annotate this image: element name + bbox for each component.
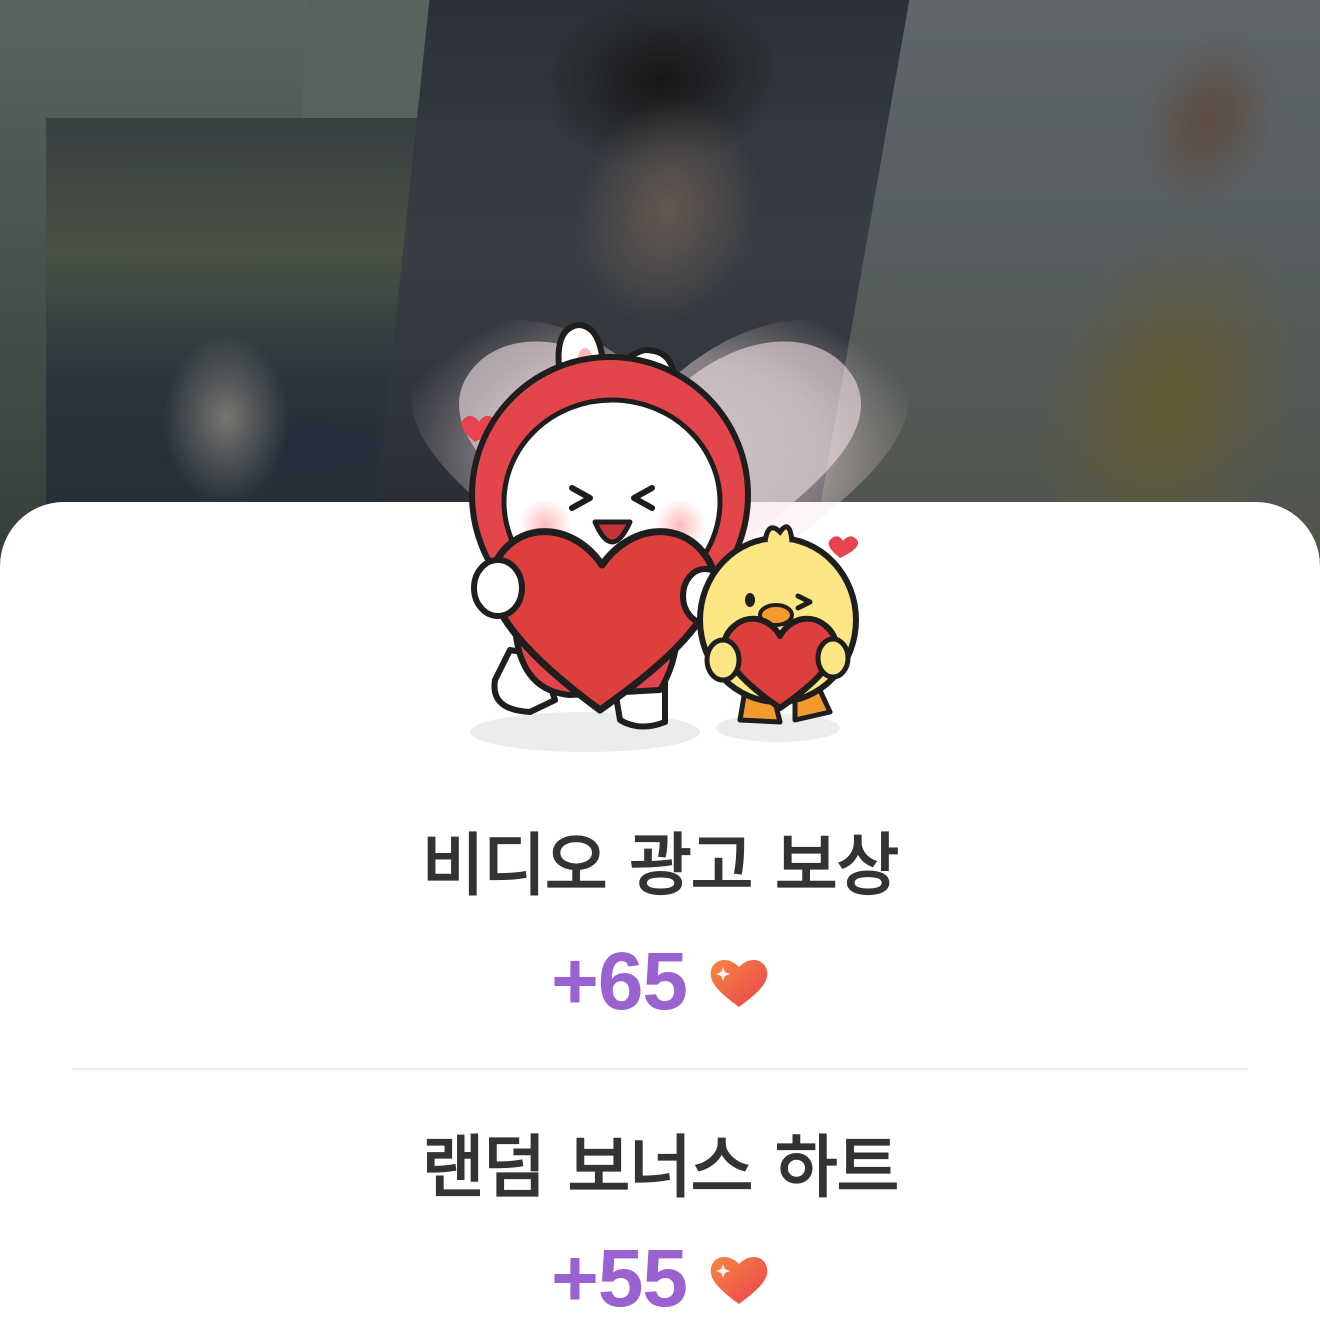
reward-screen: 비디오 광고 보상 +65 랜덤 보너스 하트 +55	[0, 0, 1320, 1320]
random-bonus-heart-title: 랜덤 보너스 하트	[421, 1129, 899, 1208]
heart-icon	[710, 960, 768, 1007]
video-ad-reward-amount: +65	[0, 935, 1320, 1029]
reward-divider	[72, 1068, 1248, 1070]
reward-amount-value: +65	[550, 936, 688, 1027]
mascot-illustration	[411, 319, 909, 752]
heart-icon	[710, 1257, 768, 1304]
random-bonus-heart-amount: +55	[0, 1232, 1320, 1320]
reward-amount-value: +55	[550, 1233, 688, 1320]
small-heart-icon	[828, 536, 859, 558]
video-ad-reward-title: 비디오 광고 보상	[421, 827, 899, 906]
